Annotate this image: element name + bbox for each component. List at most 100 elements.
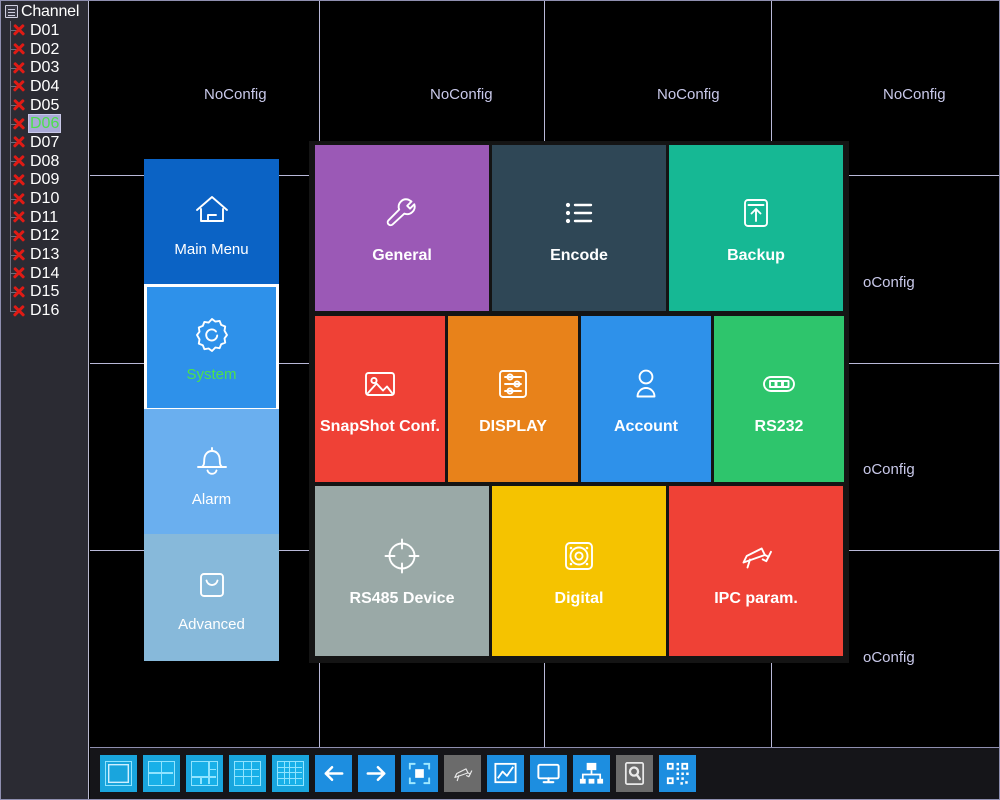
toolbox-icon xyxy=(190,563,234,607)
channel-item-d14[interactable]: D14 xyxy=(10,264,88,283)
channel-sidebar[interactable]: Channel D01 D02 D03 D04 D05 D06 D07 D08 D09 D10 D1… xyxy=(1,1,89,799)
red-x-icon[interactable] xyxy=(11,247,27,263)
channel-label: D09 xyxy=(30,171,60,189)
menu-tile-encode[interactable]: Encode xyxy=(492,145,666,311)
category-label: Advanced xyxy=(178,615,245,633)
channel-item-d10[interactable]: D10 xyxy=(10,189,88,208)
channel-label: D13 xyxy=(30,246,60,264)
menu-tile-ipc-param[interactable]: IPC param. xyxy=(669,486,843,656)
gear-icon xyxy=(190,313,234,357)
red-x-icon[interactable] xyxy=(11,191,27,207)
channel-label: D15 xyxy=(30,283,60,301)
red-x-icon[interactable] xyxy=(11,97,27,113)
qrcode-icon xyxy=(664,760,691,787)
red-x-icon[interactable] xyxy=(11,78,27,94)
category-label: Main Menu xyxy=(174,240,249,258)
channel-item-d12[interactable]: D12 xyxy=(10,227,88,246)
red-x-icon[interactable] xyxy=(11,60,27,76)
menu-tile-label: Digital xyxy=(554,590,604,607)
red-x-icon[interactable] xyxy=(11,134,27,150)
wall-cell-status: NoConfig xyxy=(883,86,946,103)
red-x-icon[interactable] xyxy=(11,265,27,281)
red-x-icon[interactable] xyxy=(11,284,27,300)
toolbar-view-9-split-button[interactable] xyxy=(229,755,266,792)
toolbar-view-1-split-button[interactable] xyxy=(100,755,137,792)
toolbar-network-button[interactable] xyxy=(573,755,610,792)
split-4-icon xyxy=(148,761,175,786)
channel-item-d11[interactable]: D11 xyxy=(10,208,88,227)
channel-item-d09[interactable]: D09 xyxy=(10,171,88,190)
channel-label: D10 xyxy=(30,190,60,208)
toolbar-fullscreen-button[interactable] xyxy=(401,755,438,792)
toolbar-view-4-split-button[interactable] xyxy=(143,755,180,792)
menu-tile-digital[interactable]: Digital xyxy=(492,486,666,656)
hdd-icon xyxy=(621,760,648,787)
bell-icon xyxy=(190,438,234,482)
red-x-icon[interactable] xyxy=(11,303,27,319)
channel-label: D03 xyxy=(30,59,60,77)
channel-item-d06[interactable]: D06 xyxy=(10,114,88,134)
wall-cell-status: NoConfig xyxy=(204,86,267,103)
red-x-icon[interactable] xyxy=(11,116,27,132)
red-x-icon[interactable] xyxy=(11,172,27,188)
red-x-icon[interactable] xyxy=(11,22,27,38)
channel-item-d08[interactable]: D08 xyxy=(10,152,88,171)
toolbar-monitor-button[interactable] xyxy=(530,755,567,792)
network-icon xyxy=(578,760,605,787)
split-16-icon xyxy=(277,761,304,786)
channel-header: Channel xyxy=(1,1,88,21)
menu-tile-snapshot-conf[interactable]: SnapShot Conf. xyxy=(315,316,445,482)
toolbar-playback-chart-button[interactable] xyxy=(487,755,524,792)
menu-tile-display[interactable]: DISPLAY xyxy=(448,316,578,482)
monitor-icon xyxy=(535,760,562,787)
channel-item-d04[interactable]: D04 xyxy=(10,77,88,96)
channel-item-d15[interactable]: D15 xyxy=(10,283,88,302)
red-x-icon[interactable] xyxy=(11,153,27,169)
channel-label: D12 xyxy=(30,227,60,245)
category-button-alarm[interactable]: Alarm xyxy=(144,409,279,536)
menu-tile-general[interactable]: General xyxy=(315,145,489,311)
toolbar-ptz-camera-button[interactable] xyxy=(444,755,481,792)
channel-label: D14 xyxy=(30,264,60,282)
toolbar-disk-button[interactable] xyxy=(616,755,653,792)
channel-label: D06 xyxy=(28,114,62,134)
channel-label: D01 xyxy=(30,21,60,39)
menu-tile-backup[interactable]: Backup xyxy=(669,145,843,311)
wall-cell-status: oConfig xyxy=(863,274,915,291)
red-x-icon[interactable] xyxy=(11,209,27,225)
channel-item-d01[interactable]: D01 xyxy=(10,21,88,40)
wall-cell-status: NoConfig xyxy=(430,86,493,103)
channel-item-d13[interactable]: D13 xyxy=(10,245,88,264)
wall-cell-status: NoConfig xyxy=(657,86,720,103)
system-menu-panel: General Encode Backup SnapShot Conf. DISPLAY… xyxy=(309,141,849,663)
crosshair-icon xyxy=(380,534,424,578)
toolbar-prev-page-button[interactable] xyxy=(315,755,352,792)
connector-icon xyxy=(757,362,801,406)
menu-tile-label: IPC param. xyxy=(714,590,798,607)
menu-tile-rs232[interactable]: RS232 xyxy=(714,316,844,482)
category-button-system[interactable]: System xyxy=(144,284,279,411)
channel-item-d05[interactable]: D05 xyxy=(10,96,88,115)
red-x-icon[interactable] xyxy=(11,228,27,244)
focus-frame-icon xyxy=(406,760,433,787)
person-icon xyxy=(624,362,668,406)
cctv-camera-icon xyxy=(449,760,476,787)
menu-tile-account[interactable]: Account xyxy=(581,316,711,482)
channel-list: D01 D02 D03 D04 D05 D06 D07 D08 D09 D10 D11 D12 D13 D… xyxy=(1,21,88,320)
category-button-main-menu[interactable]: Main Menu xyxy=(144,159,279,286)
channel-item-d03[interactable]: D03 xyxy=(10,58,88,77)
toolbar-qrcode-button[interactable] xyxy=(659,755,696,792)
channel-item-d07[interactable]: D07 xyxy=(10,133,88,152)
upload-box-icon xyxy=(734,191,778,235)
toolbar-next-page-button[interactable] xyxy=(358,755,395,792)
toolbar-view-16-split-button[interactable] xyxy=(272,755,309,792)
toolbar-view-6-split-button[interactable] xyxy=(186,755,223,792)
chart-icon xyxy=(492,760,519,787)
menu-tile-rs485-device[interactable]: RS485 Device xyxy=(315,486,489,656)
channel-label: D11 xyxy=(30,208,59,226)
channel-item-d16[interactable]: D16 xyxy=(10,301,88,320)
category-button-advanced[interactable]: Advanced xyxy=(144,534,279,661)
channel-item-d02[interactable]: D02 xyxy=(10,40,88,59)
wrench-icon xyxy=(380,191,424,235)
red-x-icon[interactable] xyxy=(11,41,27,57)
